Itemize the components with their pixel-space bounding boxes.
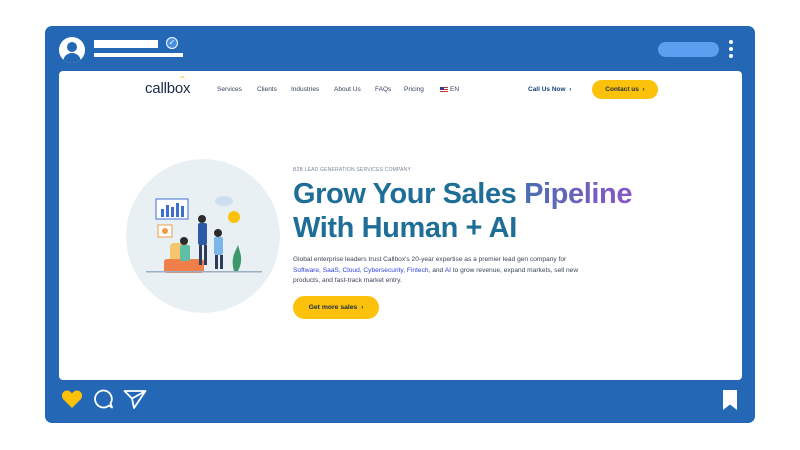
cta-label: Get more sales <box>308 304 358 311</box>
hero-title-line-2: With Human + AI <box>293 212 517 244</box>
nav-industries[interactable]: Industries <box>291 86 319 93</box>
subtitle-placeholder <box>94 53 183 57</box>
avatar-icon[interactable] <box>59 37 85 63</box>
verified-badge-icon: ✓ <box>166 37 178 49</box>
website-screenshot: callbox ^ Services Clients Industries Ab… <box>59 71 742 380</box>
nav-about-us[interactable]: About Us <box>334 86 361 93</box>
hero-illustration <box>126 159 280 313</box>
link-cloud[interactable]: Cloud <box>343 267 360 274</box>
desc-text-1: Global enterprise leaders trust Callbox'… <box>293 256 567 263</box>
us-flag-icon <box>440 86 448 92</box>
chevron-right-icon: › <box>642 86 645 93</box>
call-us-link[interactable]: Call Us Now › <box>528 86 571 93</box>
get-more-sales-button[interactable]: Get more sales › <box>293 296 379 319</box>
follow-pill[interactable] <box>658 42 719 57</box>
username-placeholder[interactable] <box>94 40 158 48</box>
call-us-label: Call Us Now <box>528 86 566 93</box>
social-post-frame: ✓ callbox ^ Services Clients Industries … <box>45 26 755 423</box>
nav-faqs[interactable]: FAQs <box>375 86 391 93</box>
nav-clients[interactable]: Clients <box>257 86 277 93</box>
hero-title: Grow Your Sales Pipeline With Human + AI <box>293 177 632 245</box>
nav-pricing[interactable]: Pricing <box>404 86 424 93</box>
hero-description: Global enterprise leaders trust Callbox'… <box>293 256 579 284</box>
language-label: EN <box>450 86 460 93</box>
more-options-icon[interactable] <box>727 40 735 60</box>
link-cybersecurity[interactable]: Cybersecurity <box>363 267 403 274</box>
bookmark-icon[interactable] <box>722 389 738 411</box>
send-icon[interactable] <box>123 389 147 409</box>
contact-us-button[interactable]: Contact us › <box>592 80 658 99</box>
team-chart-illustration <box>146 196 262 273</box>
nav-services[interactable]: Services <box>217 86 242 93</box>
chevron-right-icon: › <box>361 304 364 311</box>
logo-caret-icon: ^ <box>179 75 186 84</box>
link-saas[interactable]: SaaS <box>323 267 339 274</box>
hero-title-pipeline: Pipeline <box>524 178 633 210</box>
contact-us-label: Contact us <box>605 86 639 93</box>
link-software[interactable]: Software <box>293 267 319 274</box>
language-selector[interactable]: EN <box>440 86 459 93</box>
link-fintech[interactable]: Fintech <box>407 267 429 274</box>
hero-eyebrow: B2B LEAD GENERATION SERVICES COMPANY <box>293 167 412 173</box>
hero-title-part-1: Grow Your Sales <box>293 178 517 210</box>
chevron-right-icon: › <box>569 86 572 93</box>
comment-icon[interactable] <box>92 389 114 409</box>
heart-icon[interactable] <box>61 389 83 409</box>
